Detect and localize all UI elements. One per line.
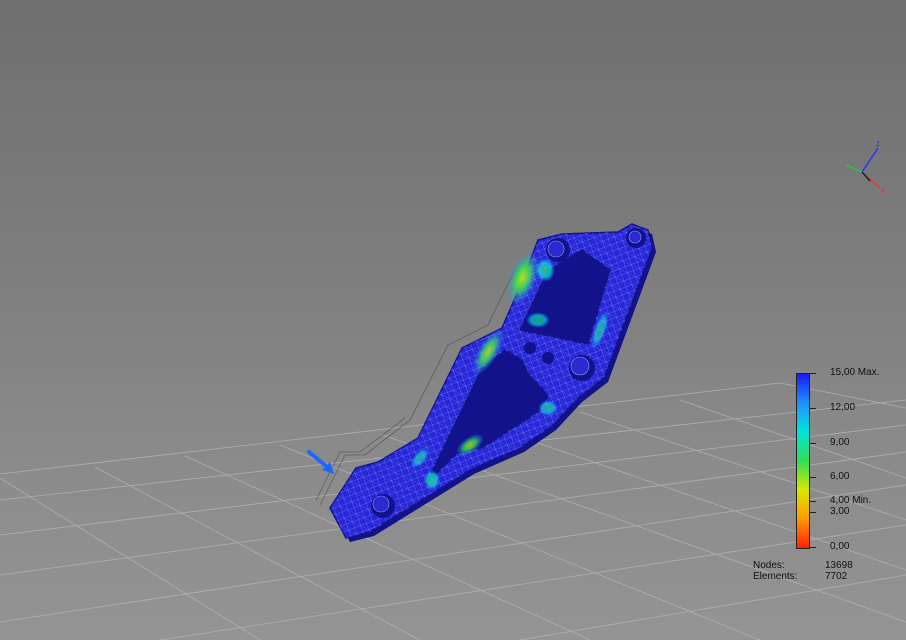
mesh-statistics: Nodes: 13698 Elements: 7702 [753, 560, 863, 582]
legend-tick-label: 15,00 Max. [830, 367, 880, 378]
axis-triad-icon[interactable]: z x [845, 139, 885, 195]
svg-text:z: z [876, 139, 880, 148]
legend-tick-label: 0,00 [830, 541, 850, 552]
load-arrow-icon[interactable] [307, 450, 334, 474]
bracket-part[interactable] [329, 223, 656, 542]
legend-tick-label: 6,00 [830, 471, 850, 483]
legend-tick [810, 512, 816, 514]
legend-tick [810, 500, 816, 502]
legend-tick-label: 9,00 [830, 436, 850, 448]
elements-value: 7702 [825, 571, 848, 582]
nodes-value: 13698 [825, 560, 853, 571]
nodes-label: Nodes: [753, 560, 785, 571]
legend-tick [810, 373, 816, 374]
elements-label: Elements: [753, 571, 798, 582]
legend-tick [810, 407, 816, 409]
legend-tick [810, 442, 816, 444]
stress-legend: 15,00 Max. 12,00 9,00 6,00 4,00 Min. 3,00 0,00 [796, 368, 904, 552]
3d-viewport[interactable]: z x [0, 0, 906, 640]
legend-tick [810, 477, 816, 479]
nodes-row: Nodes: 13698 [753, 560, 863, 571]
legend-color-bar [796, 373, 810, 549]
legend-tick-label: 12,00 [830, 401, 856, 413]
legend-tick-label: 3,00 [830, 506, 850, 518]
legend-tick [810, 547, 816, 548]
legend-tick-label: 4,00 Min. [830, 494, 872, 506]
svg-text:x: x [881, 186, 885, 195]
elements-row: Elements: 7702 [753, 571, 863, 582]
